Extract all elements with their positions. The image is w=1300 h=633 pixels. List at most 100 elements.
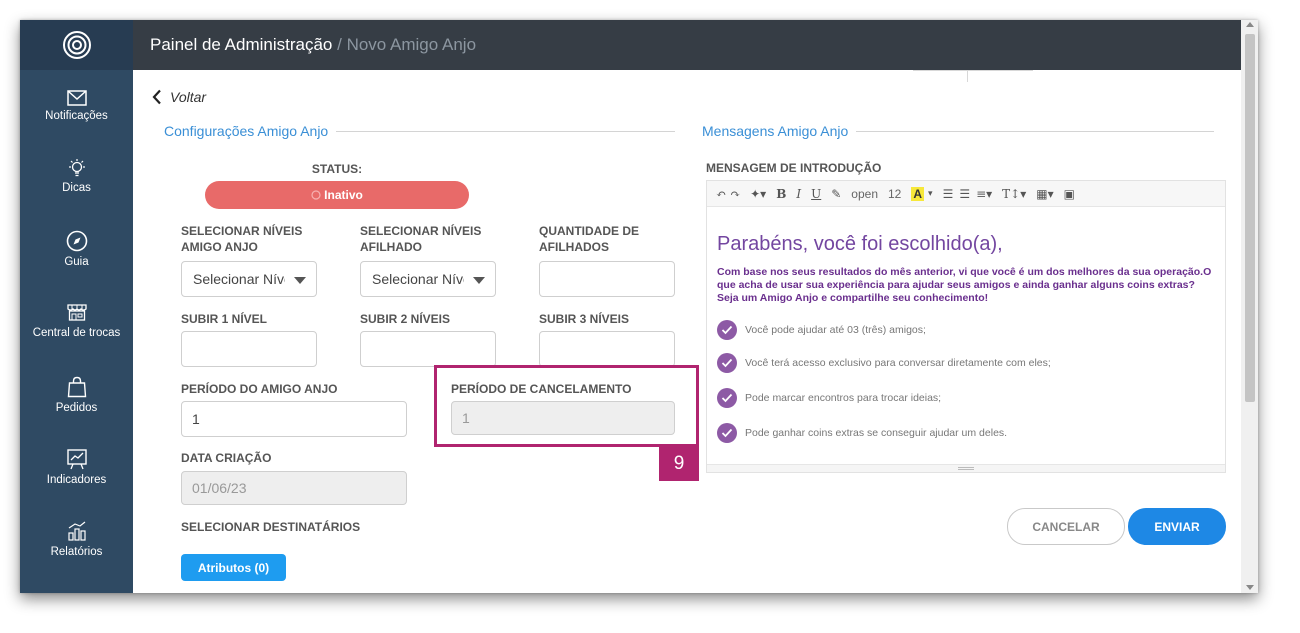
status-value: Inativo <box>324 188 363 202</box>
status-label: STATUS: <box>311 162 363 176</box>
logo-icon <box>62 31 91 59</box>
chevron-left-icon <box>152 89 161 105</box>
niveis-amigo-label: SELECIONAR NÍVEIS AMIGO ANJO <box>181 224 303 254</box>
app-window: Notificações Dicas Guia Central de troca… <box>20 20 1258 593</box>
cancel-button[interactable]: CANCELAR <box>1007 508 1125 545</box>
periodo-label: PERÍODO DO AMIGO ANJO <box>181 382 338 396</box>
breadcrumb-separator: / <box>332 35 347 54</box>
niveis-amigo-value: Selecionar Níveis <box>193 271 285 287</box>
header-bar: Painel de Administração / Novo Amigo Anj… <box>133 20 1241 70</box>
check-circle-icon <box>717 423 737 443</box>
cancel-periodo-label: PERÍODO DE CANCELAMENTO <box>451 382 632 396</box>
sidebar-item-dicas[interactable]: Dicas <box>20 158 133 194</box>
callout-badge: 9 <box>659 447 699 481</box>
list-item: Pode ganhar coins extras se conseguir aj… <box>717 423 1007 443</box>
scroll-up-icon[interactable] <box>1246 22 1254 27</box>
list-item: Você pode ajudar até 03 (três) amigos; <box>717 320 926 340</box>
underline-icon[interactable]: U <box>811 187 821 201</box>
bullet-text: Você terá acesso exclusivo para conversa… <box>745 357 1051 369</box>
sidebar-item-indicadores[interactable]: Indicadores <box>20 448 133 486</box>
back-label: Voltar <box>170 89 207 105</box>
check-circle-icon <box>717 320 737 340</box>
table-icon[interactable]: ▦▾ <box>1036 187 1053 201</box>
sidebar-item-guia[interactable]: Guia <box>20 230 133 268</box>
sidebar-item-label: Central de trocas <box>32 327 121 339</box>
send-button[interactable]: ENVIAR <box>1128 508 1226 545</box>
app-logo[interactable] <box>20 20 133 70</box>
niveis-afilhado-value: Selecionar Níveis <box>372 271 464 287</box>
niveis-amigo-select[interactable]: Selecionar Níveis <box>181 261 317 297</box>
compass-icon <box>66 230 87 252</box>
sidebar-item-label: Pedidos <box>55 402 98 414</box>
font-size-select[interactable]: 12 <box>888 187 901 201</box>
qtd-afilhados-input[interactable] <box>539 261 675 297</box>
subir1-input[interactable] <box>181 331 317 367</box>
sidebar-item-relatorios[interactable]: Relatórios <box>20 520 133 558</box>
scrollbar[interactable] <box>1241 20 1258 593</box>
sidebar-item-notificacoes[interactable]: Notificações <box>20 90 133 122</box>
data-criacao-label: DATA CRIAÇÃO <box>181 451 272 465</box>
image-icon[interactable]: ▣ <box>1064 187 1075 201</box>
sidebar-item-label: Dicas <box>62 182 91 194</box>
power-icon <box>311 190 321 200</box>
config-section-title: Configurações Amigo Anjo <box>164 123 337 139</box>
eraser-icon[interactable]: ✎ <box>831 187 841 201</box>
mail-icon <box>66 90 87 106</box>
chevron-down-icon[interactable]: ▾ <box>928 188 933 199</box>
editor-resize-handle[interactable] <box>707 464 1225 472</box>
qtd-afilhados-label: QUANTIDADE DE AFILHADOS <box>539 224 640 254</box>
page-title: Painel de Administração <box>150 35 333 54</box>
sidebar-item-label: Guia <box>64 256 89 268</box>
check-circle-icon <box>717 353 737 373</box>
line-height-icon[interactable]: T↕▾ <box>1002 187 1026 201</box>
subir2-input[interactable] <box>360 331 496 367</box>
divider <box>913 70 1033 71</box>
list-item: Você terá acesso exclusivo para conversa… <box>717 353 1051 373</box>
atributos-button[interactable]: Atributos (0) <box>181 554 286 581</box>
destinatarios-label: SELECIONAR DESTINATÁRIOS <box>181 520 361 534</box>
subir3-input[interactable] <box>539 331 675 367</box>
niveis-afilhado-select[interactable]: Selecionar Níveis <box>360 261 496 297</box>
intro-paragraph: Com base nos seus resultados do mês ante… <box>717 266 1212 304</box>
scrollbar-thumb[interactable] <box>1245 34 1255 402</box>
divider <box>967 70 968 82</box>
italic-icon[interactable]: I <box>796 187 801 201</box>
sidebar-item-central-de-trocas[interactable]: Central de trocas <box>20 301 133 339</box>
align-icon[interactable]: ≡▾ <box>976 187 992 201</box>
bar-chart-icon <box>67 521 86 541</box>
editor-toolbar: ↶ ↷ ✦▾ B I U ✎ open 12 A ▾ ☰ ☰ ≡▾ T↕▾ ▦▾… <box>707 181 1225 207</box>
bullet-text: Pode ganhar coins extras se conseguir aj… <box>745 427 1008 439</box>
redo-icon[interactable]: ↷ <box>730 187 740 201</box>
rich-text-editor[interactable]: ↶ ↷ ✦▾ B I U ✎ open 12 A ▾ ☰ ☰ ≡▾ T↕▾ ▦▾… <box>706 180 1226 473</box>
store-icon <box>66 304 87 321</box>
sidebar-item-label: Indicadores <box>46 474 107 486</box>
scroll-down-icon[interactable] <box>1246 585 1254 590</box>
sidebar: Notificações Dicas Guia Central de troca… <box>20 20 133 593</box>
undo-icon[interactable]: ↶ <box>716 187 726 201</box>
chart-board-icon <box>66 449 87 470</box>
messages-section-title: Mensagens Amigo Anjo <box>702 123 857 139</box>
back-link[interactable]: Voltar <box>152 89 206 105</box>
subir3-label: SUBIR 3 NÍVEIS <box>539 312 630 326</box>
sidebar-item-pedidos[interactable]: Pedidos <box>20 376 133 414</box>
ordered-list-icon[interactable]: ☰ <box>959 187 970 201</box>
sidebar-item-label: Relatórios <box>50 546 103 558</box>
cancel-periodo-input: 1 <box>451 401 675 435</box>
list-item: Pode marcar encontros para trocar ideias… <box>717 388 941 408</box>
intro-heading: Parabéns, você foi escolhido(a), <box>717 233 1003 255</box>
intro-message-label: MENSAGEM DE INTRODUÇÃO <box>706 161 882 175</box>
magic-wand-icon[interactable]: ✦▾ <box>750 187 766 201</box>
font-name-select[interactable]: open <box>851 187 878 201</box>
breadcrumb-current: Novo Amigo Anjo <box>346 35 477 54</box>
niveis-afilhado-label: SELECIONAR NÍVEIS AFILHADO <box>360 224 482 254</box>
bold-icon[interactable]: B <box>776 187 786 201</box>
unordered-list-icon[interactable]: ☰ <box>943 187 954 201</box>
lightbulb-icon <box>68 159 85 177</box>
shopping-bag-icon <box>67 376 86 398</box>
periodo-input[interactable]: 1 <box>181 401 407 437</box>
check-circle-icon <box>717 388 737 408</box>
bullet-text: Você pode ajudar até 03 (três) amigos; <box>745 324 926 336</box>
subir1-label: SUBIR 1 NÍVEL <box>181 312 268 326</box>
status-toggle[interactable]: Inativo <box>205 181 469 209</box>
text-color-icon[interactable]: A <box>911 186 925 201</box>
